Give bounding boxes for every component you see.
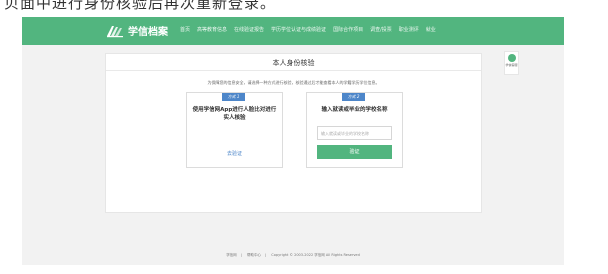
nav-item-survey[interactable]: 调查/投票 xyxy=(370,26,392,33)
verify-button[interactable]: 验证 xyxy=(317,145,392,159)
page-footer: 学信网 | 帮助中心 | Copyright © 2003-2022 学信网 All… xyxy=(226,253,360,257)
browser-frame: 学信档案 首页 高等教育信息 在线验证报告 学历学位认证与成绩验证 国际合作项目… xyxy=(22,17,564,265)
footer-copyright: Copyright © 2003-2022 学信网 All Rights Res… xyxy=(271,253,360,257)
customer-service-widget[interactable]: 学信客服 xyxy=(504,51,519,75)
nav-item-home[interactable]: 首页 xyxy=(180,26,190,33)
method-2-card: 方式 2 输入就读或毕业的学校名称 验证 xyxy=(306,92,403,168)
nav-item-certification[interactable]: 学历学位认证与成绩验证 xyxy=(271,26,326,33)
method-2-tag: 方式 2 xyxy=(342,93,365,101)
top-navbar: 学信档案 首页 高等教育信息 在线验证报告 学历学位认证与成绩验证 国际合作项目… xyxy=(22,17,564,45)
footer-link-site[interactable]: 学信网 xyxy=(226,253,237,257)
side-widget-label: 学信客服 xyxy=(505,63,518,67)
school-name-input[interactable] xyxy=(317,126,392,140)
nav-item-career[interactable]: 职业测评 xyxy=(399,26,419,33)
method-1-text: 使用学信网App进行人脸比对进行实人核验 xyxy=(192,107,277,121)
book-logo-icon xyxy=(107,25,123,37)
nav-item-online-report[interactable]: 在线验证报告 xyxy=(234,26,264,33)
service-icon xyxy=(507,54,516,62)
site-logo[interactable]: 学信档案 xyxy=(106,23,168,38)
page-caption: 贝面中进行身份核验后再次重新登录。 xyxy=(4,0,277,12)
nav-item-employment[interactable]: 就业 xyxy=(426,26,436,33)
panel-title: 本人身份核验 xyxy=(272,59,315,67)
method-1-tag: 方式 1 xyxy=(222,93,245,101)
title-divider xyxy=(106,70,481,71)
method-1-card: 方式 1 使用学信网App进行人脸比对进行实人核验 去验证 xyxy=(186,92,283,168)
go-verify-link[interactable]: 去验证 xyxy=(187,150,282,157)
footer-link-help[interactable]: 帮助中心 xyxy=(247,253,261,257)
nav-item-international[interactable]: 国际合作项目 xyxy=(333,26,363,33)
panel-description: 为保障您的信息安全，请选择一种方式进行核验，核验通过后才能查看本人的学籍学历学位… xyxy=(207,80,380,85)
logo-text: 学信档案 xyxy=(128,27,168,38)
main-nav: 首页 高等教育信息 在线验证报告 学历学位认证与成绩验证 国际合作项目 调查/投… xyxy=(180,26,443,33)
identity-verification-panel: 本人身份核验 为保障您的信息安全，请选择一种方式进行核验，核验通过后才能查看本人… xyxy=(105,53,482,213)
nav-item-higher-education[interactable]: 高等教育信息 xyxy=(197,26,227,33)
method-2-text: 输入就读或毕业的学校名称 xyxy=(321,107,388,113)
